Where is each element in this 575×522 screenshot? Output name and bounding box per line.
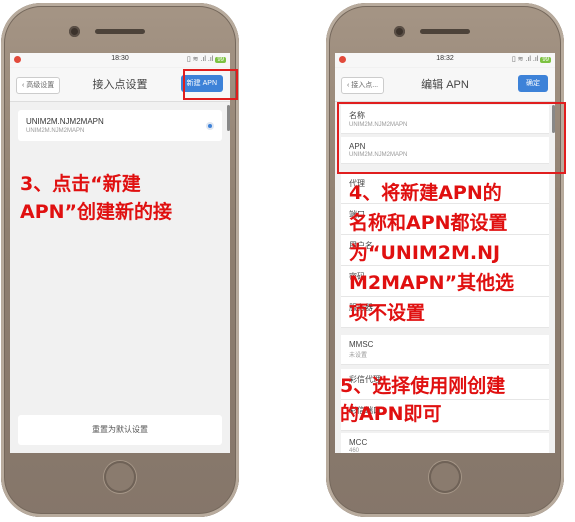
status-bar: 18:30 ▯ ≋ .ıl .ıl 99 — [10, 53, 230, 67]
step4-annotation: 4、将新建APN的 名称和APN都设置 为“UNIM2M.NJ M2MAPN”其… — [349, 178, 514, 328]
confirm-button[interactable]: 确定 — [518, 75, 548, 92]
home-button[interactable] — [104, 461, 136, 493]
step3-line2: APN”创建新的接 — [20, 201, 173, 223]
earpiece-speaker — [420, 29, 470, 34]
signal-icon-2: .ıl — [532, 56, 539, 63]
step4-line1: 4、将新建APN的 — [349, 182, 502, 204]
apn-list-item[interactable]: UNIM2M.NJM2MAPN UNIM2M.NJM2MAPN — [18, 110, 222, 141]
apn-item-subtitle: UNIM2M.NJM2MAPN — [26, 128, 85, 134]
field-value: 未设置 — [349, 353, 368, 359]
wifi-icon: ≋ — [192, 56, 199, 63]
field-mcc[interactable]: MCC 460 — [341, 433, 549, 453]
apn-item-name: UNIM2M.NJM2MAPN — [26, 117, 104, 126]
step4-line4: M2MAPN”其他选 — [349, 272, 515, 294]
signal-icon-2: .ıl — [207, 56, 214, 63]
vibrate-icon: ▯ — [186, 56, 191, 63]
highlight-box-new-apn — [183, 69, 238, 100]
step4-line5: 项不设置 — [349, 302, 426, 324]
step3-annotation: 3、点击“新建 APN”创建新的接 — [20, 170, 172, 226]
reset-defaults-button[interactable]: 重置为默认设置 — [18, 415, 222, 445]
apn-list: UNIM2M.NJM2MAPN UNIM2M.NJM2MAPN — [18, 110, 222, 141]
scrollbar[interactable] — [227, 105, 230, 131]
earpiece-speaker — [95, 29, 145, 34]
status-bar: 18:32 ▯ ≋ .ıl .ıl 99 — [335, 53, 555, 67]
step4-line2: 名称和APN都设置 — [349, 212, 508, 234]
step5-line1: 5、选择使用刚创建 — [340, 375, 506, 397]
nav-bar: ‹ 接入点... 编辑 APN 确定 — [335, 68, 555, 102]
highlight-box-name-apn — [337, 102, 566, 174]
field-label: MMSC — [349, 340, 374, 349]
status-icons: ▯ ≋ .ıl .ıl 99 — [512, 55, 551, 63]
home-button[interactable] — [429, 461, 461, 493]
step5-line2: 的APN即可 — [340, 403, 442, 425]
field-mmsc[interactable]: MMSC 未设置 — [341, 335, 549, 365]
battery-icon: 99 — [215, 57, 226, 63]
radio-selected-icon[interactable] — [206, 122, 214, 130]
front-camera — [394, 26, 405, 37]
step3-line1: 3、点击“新建 — [20, 173, 141, 195]
field-label: MCC — [349, 438, 368, 447]
signal-icon: .ıl — [200, 56, 206, 63]
status-icons: ▯ ≋ .ıl .ıl 99 — [187, 55, 226, 63]
front-camera — [69, 26, 80, 37]
step5-annotation: 5、选择使用刚创建 的APN即可 — [340, 372, 505, 428]
battery-icon: 99 — [540, 57, 551, 63]
field-value: 460 — [349, 448, 360, 453]
vibrate-icon: ▯ — [511, 56, 516, 63]
signal-icon: .ıl — [525, 56, 531, 63]
wifi-icon: ≋ — [517, 56, 524, 63]
left-phone-screen: 18:30 ▯ ≋ .ıl .ıl 99 ‹ 高级设置 接入点设置 新建 APN… — [10, 53, 230, 453]
step4-line3: 为“UNIM2M.NJ — [349, 242, 501, 264]
